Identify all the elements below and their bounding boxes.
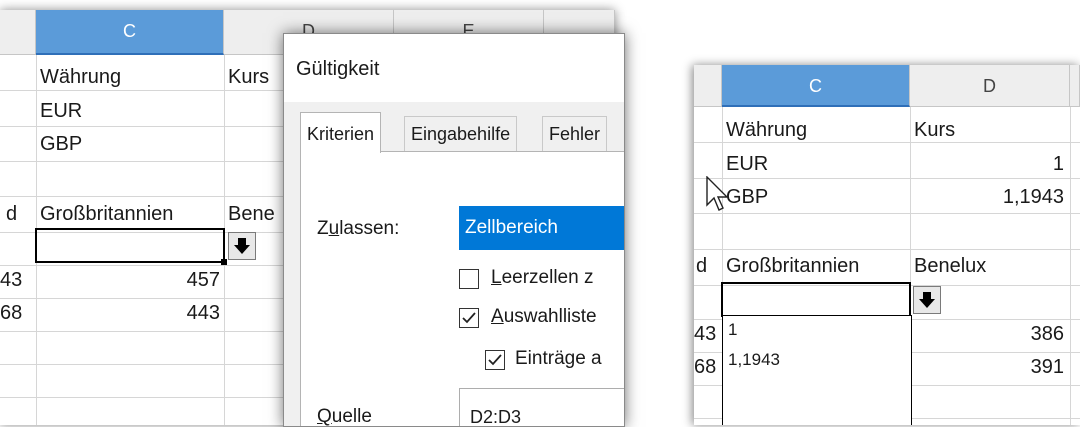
column-header-c[interactable]: C — [36, 10, 224, 55]
cell-eur[interactable]: EUR — [726, 147, 768, 181]
show-list-checkbox[interactable] — [459, 308, 479, 328]
cell-label-d[interactable]: d — [6, 197, 17, 231]
tab-error-alert[interactable]: Fehler — [542, 116, 608, 151]
dialog-title: Gültigkeit — [284, 34, 624, 102]
sort-entries-label: Einträge a — [515, 348, 602, 369]
source-label: Quelle — [317, 406, 372, 427]
column-header-blank[interactable] — [0, 10, 36, 55]
validity-dialog: Gültigkeit Kriterien Eingabehilfe Fehler… — [283, 33, 625, 427]
tab-criteria[interactable]: Kriterien — [300, 112, 382, 153]
cell-value-443[interactable]: 443 — [40, 296, 220, 330]
column-header-c[interactable]: C — [722, 65, 910, 107]
cell-row-number[interactable]: 43 — [694, 317, 716, 351]
arrow-down-icon — [919, 292, 935, 308]
active-cell[interactable] — [35, 228, 225, 263]
allow-select[interactable]: Zellbereich — [459, 206, 624, 250]
tab-input-help[interactable]: Eingabehilfe — [404, 116, 518, 151]
cell-grossbritannien[interactable]: Großbritannien — [726, 249, 859, 283]
cell-kurs[interactable]: Kurs — [228, 60, 269, 94]
cell-value-457[interactable]: 457 — [40, 263, 220, 297]
cell-row-number[interactable]: 68 — [694, 350, 716, 384]
mouse-pointer-icon — [706, 176, 729, 211]
validation-dropdown-list: 1 1,1943 — [722, 315, 912, 425]
cell-gbp[interactable]: GBP — [40, 127, 82, 161]
cell-grossbritannien[interactable]: Großbritannien — [40, 197, 173, 231]
source-input[interactable]: D2:D3 — [459, 388, 624, 426]
cell-row-number[interactable]: 68 — [0, 296, 22, 330]
cell-benelux[interactable]: Bene — [228, 197, 275, 231]
sheet-row — [694, 214, 1080, 250]
cell-row-number[interactable]: 43 — [0, 263, 22, 297]
right-spreadsheet: C D Währung Kurs EUR 1 GBP 1,1943 d Groß… — [694, 65, 1080, 425]
arrow-down-icon — [234, 238, 250, 254]
column-header-blank[interactable] — [694, 65, 722, 107]
validation-dropdown-button[interactable] — [228, 232, 256, 260]
cell-value-386[interactable]: 386 — [914, 317, 1064, 351]
cell-eur[interactable]: EUR — [40, 94, 82, 128]
cell-benelux[interactable]: Benelux — [914, 249, 986, 283]
active-cell[interactable] — [721, 282, 911, 317]
column-header-e[interactable] — [1070, 65, 1080, 107]
dropdown-option[interactable]: 1,1943 — [728, 350, 780, 370]
dialog-tabs: Kriterien Eingabehilfe Fehler — [300, 112, 624, 153]
show-list-label: Auswahlliste — [491, 306, 597, 327]
allow-blank-checkbox[interactable] — [459, 269, 479, 289]
criteria-tab-body: Zulassen: Zellbereich Leerzellen z Auswa… — [300, 151, 624, 426]
sort-entries-checkbox[interactable] — [485, 350, 505, 370]
allow-blank-label: Leerzellen z — [491, 267, 594, 288]
cell-value-391[interactable]: 391 — [914, 350, 1064, 384]
cell-kurs[interactable]: Kurs — [914, 113, 955, 147]
cell-waehrung[interactable]: Währung — [726, 113, 807, 147]
dropdown-option[interactable]: 1 — [728, 320, 737, 340]
cell-eur-rate[interactable]: 1 — [914, 147, 1064, 181]
cell-label-d[interactable]: d — [696, 249, 707, 283]
column-header-d[interactable]: D — [910, 65, 1070, 107]
cell-gbp[interactable]: GBP — [726, 180, 768, 214]
allow-label: Zulassen: — [317, 218, 400, 239]
checkmark-icon — [462, 312, 476, 324]
checkmark-icon — [488, 354, 502, 366]
cell-waehrung[interactable]: Währung — [40, 60, 121, 94]
fill-handle[interactable] — [221, 259, 227, 265]
cell-gbp-rate[interactable]: 1,1943 — [914, 180, 1064, 214]
validation-dropdown-button[interactable] — [913, 286, 941, 314]
